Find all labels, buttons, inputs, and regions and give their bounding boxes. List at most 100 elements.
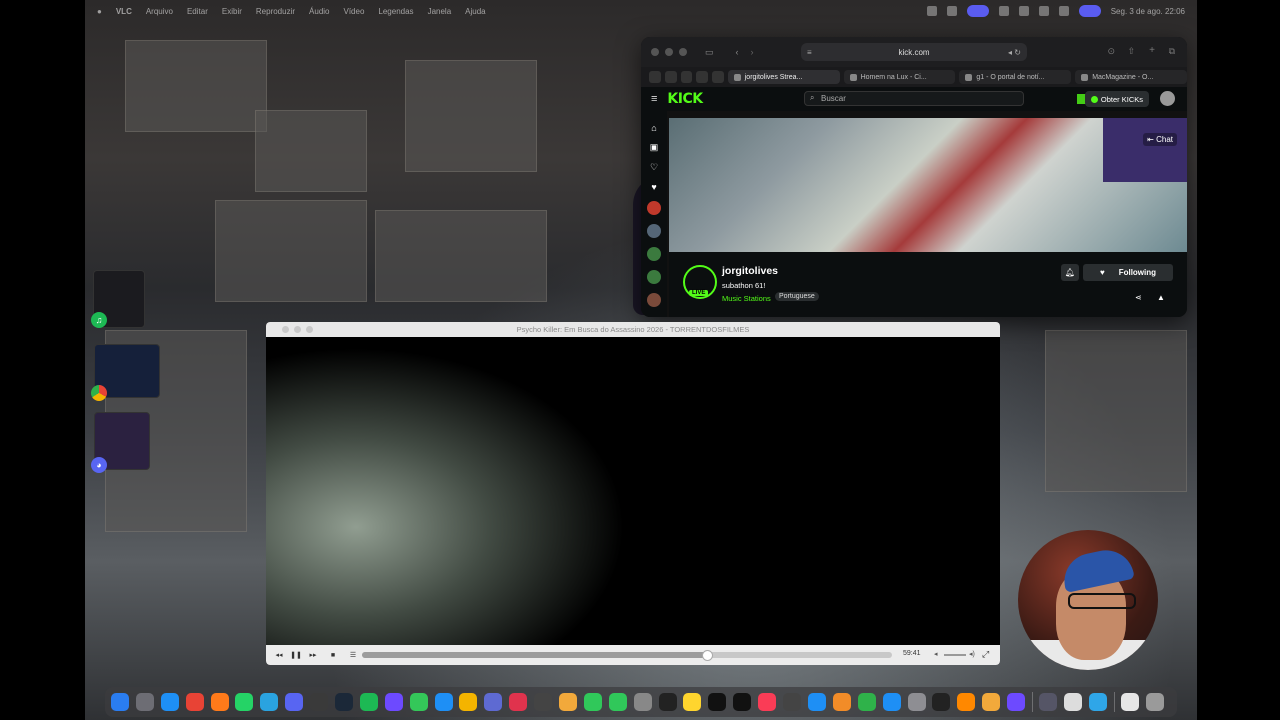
rewind-button[interactable]: ◂◂ [272,649,286,661]
messages-icon[interactable] [409,693,428,711]
shield-icon[interactable] [384,693,403,711]
notion-icon[interactable] [1007,693,1026,711]
screen-record-icon[interactable] [966,5,989,17]
followed-channel-avatar[interactable] [647,270,661,284]
pinned-tab-icon[interactable] [696,71,708,83]
followed-channel-avatar[interactable] [647,247,661,261]
safari-icon[interactable] [160,693,179,711]
pinned-tab-icon[interactable] [712,71,724,83]
browse-icon[interactable]: ▣ [650,142,659,153]
finder-icon[interactable] [111,693,129,711]
report-icon[interactable]: ▲ [1157,293,1165,302]
apple-icon[interactable]: ● [97,7,102,16]
language-tag[interactable]: Portuguese [775,292,819,301]
tv-icon[interactable] [708,693,727,711]
trash-icon[interactable] [1145,693,1164,711]
share-icon[interactable]: ⇧ [1127,46,1135,57]
appstore-icon[interactable] [807,693,826,711]
photos-icon[interactable] [559,693,578,711]
menu-item-legendas[interactable]: Legendas [378,7,413,16]
steam-icon[interactable] [335,693,354,711]
menu-app-name[interactable]: VLC [116,7,132,16]
minimize-button[interactable] [665,48,673,56]
document-icon[interactable] [1063,693,1082,711]
volume-low-icon[interactable]: ◂ [934,650,938,658]
drive-icon[interactable] [459,693,478,711]
seek-bar[interactable] [362,650,892,661]
tab-g1[interactable]: g1 - O portal de notí... [959,70,1072,84]
mail-icon[interactable] [434,693,453,711]
stop-button[interactable]: ■ [326,649,340,661]
pages-icon[interactable] [832,693,851,711]
vlc-icon[interactable] [957,693,976,711]
whatsapp-icon[interactable] [235,693,254,711]
share-icon[interactable]: ⋖ [1135,293,1142,302]
pinned-tab-icon[interactable] [664,71,677,83]
followed-channel-avatar[interactable] [647,293,661,307]
sidebar-icon[interactable]: ▭ [705,47,714,58]
fullscreen-icon[interactable]: ⤢ [982,649,989,660]
close-button[interactable] [651,48,659,56]
followed-channel-avatar[interactable] [647,201,661,215]
menu-item-audio[interactable]: Áudio [309,7,329,16]
status-icon[interactable] [926,6,937,16]
minimize-button[interactable] [294,326,301,333]
browser-icon[interactable] [982,693,1001,711]
phone-icon[interactable] [608,693,627,711]
status-icon[interactable] [946,6,957,16]
elapsed-time[interactable]: 59:41 [903,650,921,657]
close-button[interactable] [282,326,289,333]
playlist-button[interactable]: ☰ [346,649,360,661]
back-icon[interactable]: ‹ [736,47,739,57]
launchpad-icon[interactable] [135,693,154,711]
following-icon[interactable]: ♡ [650,162,658,173]
pinned-tab-icon[interactable] [680,71,693,83]
download-icon[interactable]: ⊙ [1107,46,1115,57]
shortcuts-icon[interactable] [509,693,528,711]
notification-bell-button[interactable]: 🔔︎ [1061,264,1079,281]
tab-overview-icon[interactable]: ⧉ [1169,46,1175,57]
search-icon[interactable] [1058,6,1069,16]
audio-icon[interactable] [310,693,329,711]
activity-icon[interactable] [658,693,677,711]
menu-item-video[interactable]: Vídeo [344,7,365,16]
vlc-video-surface[interactable] [266,337,1000,645]
new-tab-icon[interactable]: + [1149,45,1155,56]
get-kicks-button[interactable]: Obter KICKs [1084,91,1149,107]
reader-icon[interactable]: ≡ [807,48,812,57]
facetime-icon[interactable] [583,693,602,711]
menu-icon[interactable]: ≡ [651,93,657,105]
volume-high-icon[interactable]: ◂) [969,650,975,658]
user-avatar[interactable] [1160,91,1175,106]
home-icon[interactable]: ⌂ [651,123,656,133]
discord-icon[interactable] [285,693,304,711]
search-input[interactable]: ⌕ Buscar [804,91,1024,106]
channel-name[interactable]: jorgitolives [722,265,778,277]
chrome-icon[interactable] [185,693,204,711]
stream-category[interactable]: Music Stations [722,294,771,303]
pinned-tab-icon[interactable] [649,71,661,83]
zoom-button[interactable] [306,326,313,333]
menu-item-arquivo[interactable]: Arquivo [146,7,173,16]
screenshot-icon[interactable] [534,693,553,711]
linear-icon[interactable] [484,693,503,711]
menu-item-editar[interactable]: Editar [187,7,208,16]
numbers-icon[interactable] [857,693,876,711]
address-bar[interactable]: ≡ kick.com ◂ ↻ [801,43,1027,61]
notes-icon[interactable] [683,693,702,711]
reload-icon[interactable]: ◂ ↻ [1008,48,1021,57]
menu-item-ajuda[interactable]: Ajuda [465,7,485,16]
forward-icon[interactable]: › [751,47,754,57]
menu-item-reproduzir[interactable]: Reproduzir [256,7,295,16]
downloads-icon[interactable] [1038,693,1057,711]
music-icon[interactable] [758,693,777,711]
document-icon[interactable] [1120,693,1139,711]
terminal-icon[interactable] [932,693,951,711]
wifi-icon[interactable] [1018,6,1029,16]
kick-logo[interactable]: KICK [667,91,703,107]
menu-item-exibir[interactable]: Exibir [222,7,242,16]
menu-clock[interactable]: Seg. 3 de ago. 22:06 [1111,7,1185,16]
tab-homem-na-lux[interactable]: Homem na Lux - Ci... [843,70,956,84]
following-button[interactable]: ♥ Following [1083,264,1173,281]
pause-button[interactable]: ❚❚ [289,649,303,661]
